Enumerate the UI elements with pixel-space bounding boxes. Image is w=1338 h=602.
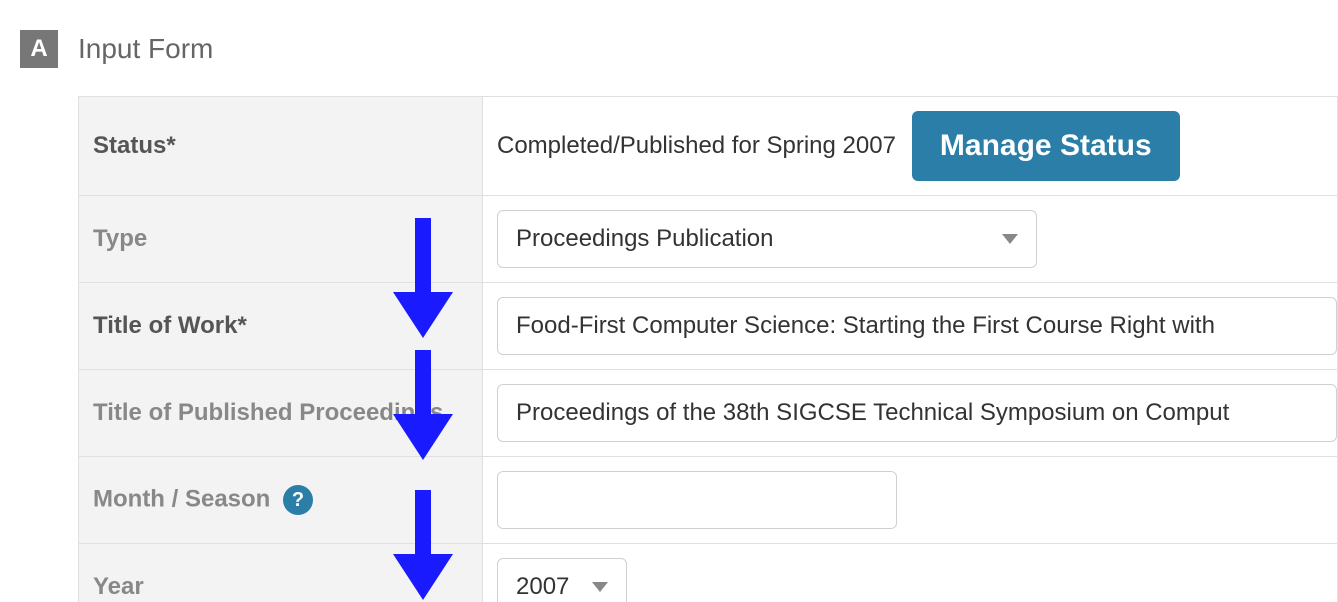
section-title: Input Form (78, 33, 213, 65)
month-season-input[interactable] (497, 471, 897, 529)
section-badge: A (20, 30, 58, 68)
type-select[interactable]: Proceedings Publication (497, 210, 1037, 268)
manage-status-button[interactable]: Manage Status (912, 111, 1180, 181)
value-title-of-work (483, 283, 1338, 370)
input-form-table: Status* Completed/Published for Spring 2… (78, 96, 1338, 602)
row-month-season: Month / Season ? (79, 457, 1338, 544)
row-year: Year 2007 (79, 544, 1338, 602)
page-root: A Input Form Status* Completed/Published… (0, 0, 1338, 602)
year-select-value: 2007 (516, 573, 569, 601)
row-type: Type Proceedings Publication (79, 196, 1338, 283)
type-select-value: Proceedings Publication (516, 225, 774, 253)
title-of-work-input[interactable] (497, 297, 1337, 355)
row-status: Status* Completed/Published for Spring 2… (79, 97, 1338, 196)
value-status: Completed/Published for Spring 2007 Mana… (483, 97, 1338, 196)
proceedings-title-input[interactable] (497, 384, 1337, 442)
label-title-of-work: Title of Work* (79, 283, 483, 370)
value-month-season (483, 457, 1338, 544)
year-select[interactable]: 2007 (497, 558, 627, 602)
label-proceedings-title: Title of Published Proceedings (79, 370, 483, 457)
label-type: Type (79, 196, 483, 283)
label-status: Status* (79, 97, 483, 196)
help-icon[interactable]: ? (283, 485, 313, 515)
label-month-season-text: Month / Season (93, 485, 270, 512)
label-month-season: Month / Season ? (79, 457, 483, 544)
value-year: 2007 (483, 544, 1338, 602)
chevron-down-icon (1002, 234, 1018, 244)
value-proceedings-title (483, 370, 1338, 457)
section-header: A Input Form (20, 30, 1338, 68)
label-year: Year (79, 544, 483, 602)
value-type: Proceedings Publication (483, 196, 1338, 283)
chevron-down-icon (592, 582, 608, 592)
row-title-of-work: Title of Work* (79, 283, 1338, 370)
status-text: Completed/Published for Spring 2007 (497, 132, 896, 160)
row-proceedings-title: Title of Published Proceedings (79, 370, 1338, 457)
